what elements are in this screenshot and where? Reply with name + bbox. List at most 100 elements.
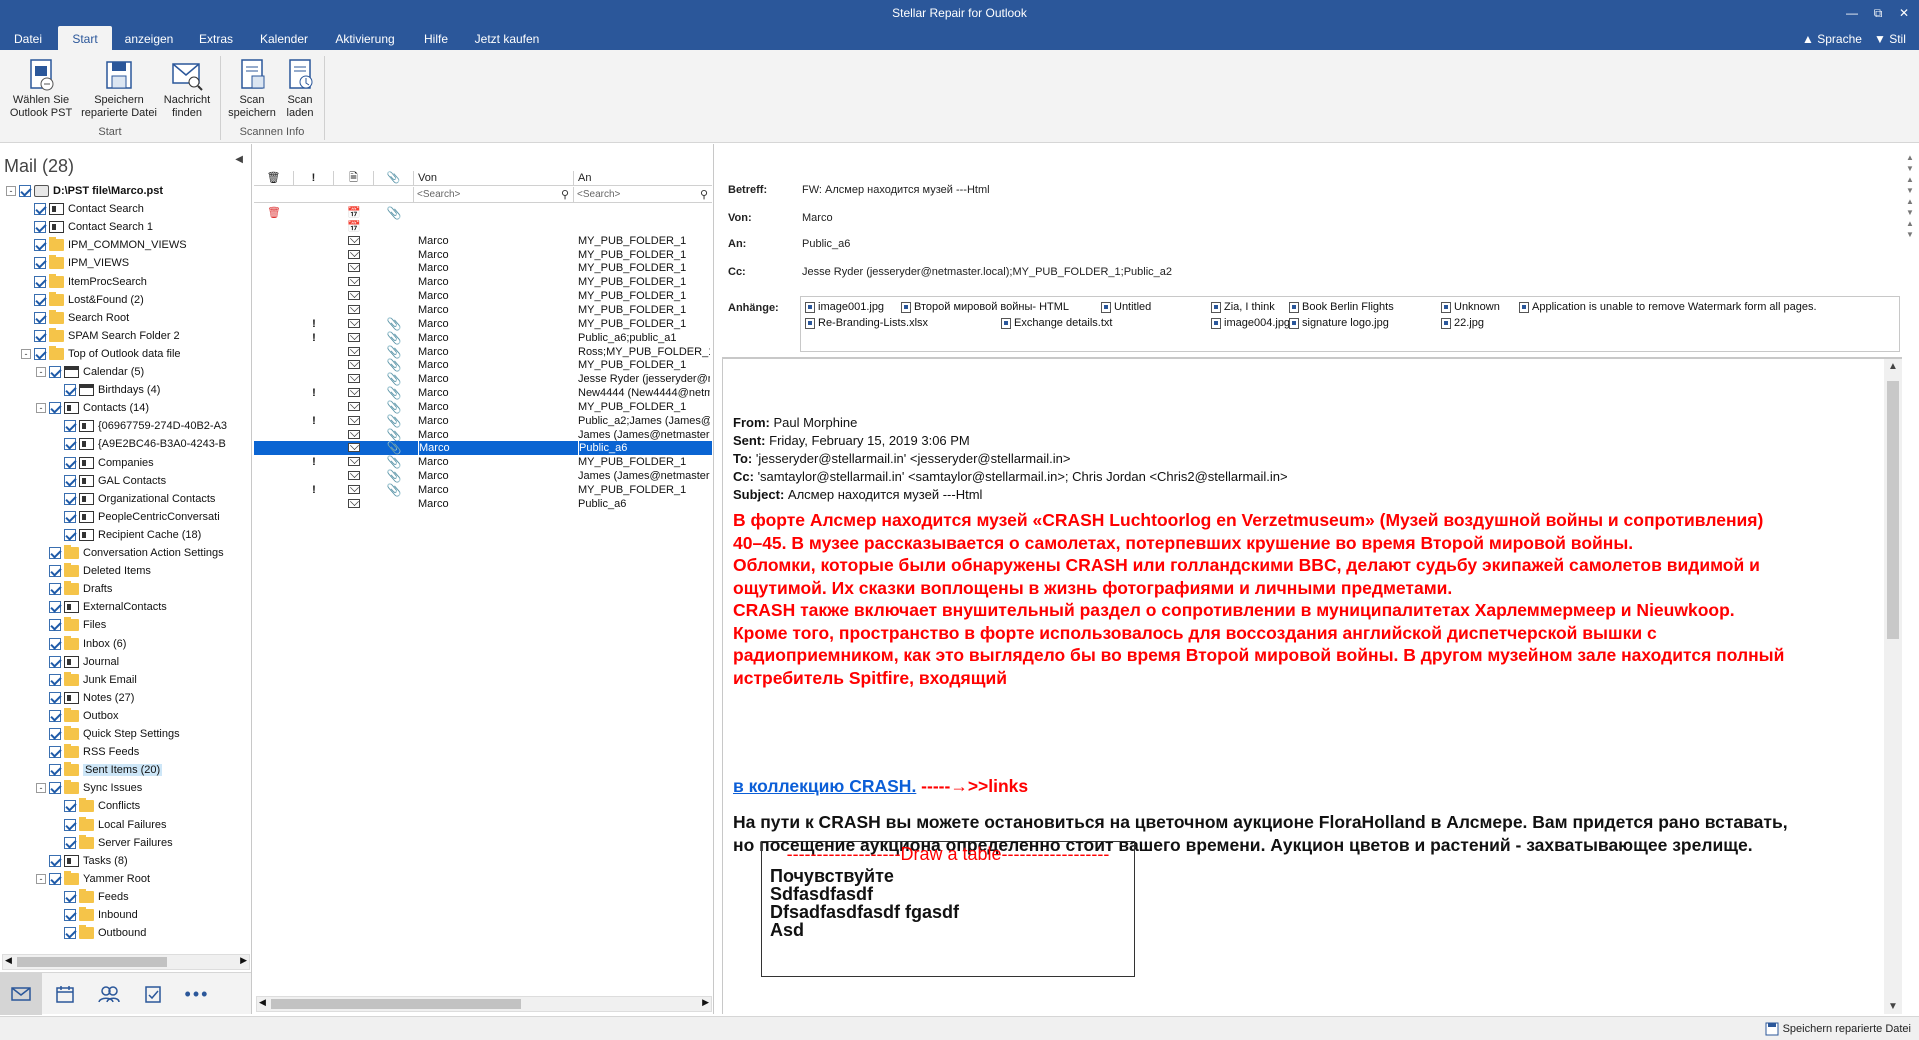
tree-item[interactable]: Drafts <box>36 580 112 598</box>
search-icon[interactable]: ⚲ <box>561 187 569 203</box>
checkbox-icon[interactable] <box>34 221 46 234</box>
expand-collapse-icon[interactable]: - <box>36 873 46 884</box>
checkbox-icon[interactable] <box>34 311 46 324</box>
checkbox-icon[interactable] <box>49 565 61 578</box>
checkbox-icon[interactable] <box>64 890 76 903</box>
tab-extras[interactable]: Extras <box>190 26 242 50</box>
checkbox-icon[interactable] <box>49 655 61 668</box>
checkbox-icon[interactable] <box>49 402 61 415</box>
checkbox-icon[interactable] <box>34 293 46 306</box>
tree-item[interactable]: - D:\PST file\Marco.pst <box>6 182 163 200</box>
expand-collapse-icon[interactable]: - <box>36 783 46 794</box>
find-message-button[interactable]: Nachricht finden <box>160 58 214 120</box>
message-row[interactable]: ! 📎 Marco Public_a2;James (James@n <box>254 414 712 428</box>
checkbox-icon[interactable] <box>34 329 46 342</box>
minimize-icon[interactable]: — <box>1838 3 1866 23</box>
scroll-thumb[interactable] <box>1887 381 1899 639</box>
message-row[interactable]: ! 📎 Marco MY_PUB_FOLDER_1 <box>254 317 712 331</box>
attachment-item[interactable]: Второй мировой войны- HTML <box>901 301 1069 313</box>
language-dropdown[interactable]: ▲ Sprache <box>1802 26 1862 50</box>
checkbox-icon[interactable] <box>49 673 61 686</box>
checkbox-icon[interactable] <box>64 456 76 469</box>
checkbox-icon[interactable] <box>64 474 76 487</box>
tab-aktivierung[interactable]: Aktivierung <box>328 26 402 50</box>
message-row[interactable]: Marco MY_PUB_FOLDER_1 <box>254 261 712 275</box>
scroll-right-icon[interactable]: ▶ <box>240 955 247 966</box>
checkbox-icon[interactable] <box>49 601 61 614</box>
search-to-field[interactable]: <Search> ⚲ <box>574 187 712 203</box>
tree-item[interactable]: Deleted Items <box>36 562 151 580</box>
tree-item[interactable]: Contact Search 1 <box>21 218 153 236</box>
message-row[interactable]: 🗑 📅 📎 <box>254 206 712 220</box>
tree-item[interactable]: Outbound <box>51 924 146 942</box>
tab-jetzt-kaufen[interactable]: Jetzt kaufen <box>468 26 546 50</box>
message-row[interactable]: Marco MY_PUB_FOLDER_1 <box>254 289 712 303</box>
checkbox-icon[interactable] <box>64 800 76 813</box>
style-dropdown[interactable]: ▼ Stil <box>1874 26 1906 50</box>
select-outlook-pst-button[interactable]: Wählen Sie Outlook PST <box>6 58 76 120</box>
tree-item[interactable]: {A9E2BC46-B3A0-4243-B <box>51 435 226 453</box>
checkbox-icon[interactable] <box>49 583 61 596</box>
checkbox-icon[interactable] <box>64 384 76 397</box>
tree-item[interactable]: Recipient Cache (18) <box>51 526 201 544</box>
calendar-nav-icon[interactable] <box>44 973 86 1015</box>
message-row[interactable]: 📎 Marco MY_PUB_FOLDER_1 <box>254 400 712 414</box>
load-scan-button[interactable]: Scan laden <box>280 58 320 120</box>
tab-start[interactable]: Start <box>58 26 112 50</box>
tree-item[interactable]: - Top of Outlook data file <box>21 345 181 363</box>
message-row[interactable]: Marco MY_PUB_FOLDER_1 <box>254 303 712 317</box>
checkbox-icon[interactable] <box>64 510 76 523</box>
expand-collapse-icon[interactable]: - <box>6 186 16 196</box>
checkbox-icon[interactable] <box>64 818 76 831</box>
tree-item[interactable]: Sent Items (20) <box>36 761 163 779</box>
message-row[interactable]: Marco MY_PUB_FOLDER_1 <box>254 275 712 289</box>
checkbox-icon[interactable] <box>34 257 46 270</box>
tree-item[interactable]: Conflicts <box>51 797 140 815</box>
close-icon[interactable]: ✕ <box>1890 3 1918 23</box>
checkbox-icon[interactable] <box>49 728 61 740</box>
expand-collapse-icon[interactable]: - <box>36 367 46 377</box>
tree-item[interactable]: ExternalContacts <box>36 598 167 616</box>
checkbox-icon[interactable] <box>64 438 76 451</box>
scroll-thumb[interactable] <box>271 999 521 1009</box>
message-row[interactable]: 📎 Marco Jesse Ryder (jesseryder@ne <box>254 372 712 386</box>
checkbox-icon[interactable] <box>64 927 76 940</box>
search-from-field[interactable]: <Search> ⚲ <box>414 187 574 203</box>
save-scan-button[interactable]: Scan speichern <box>224 58 280 120</box>
attachment-item[interactable]: Re-Branding-Lists.xlsx <box>805 317 928 329</box>
attachment-item[interactable]: Untitled <box>1101 301 1151 313</box>
tree-item[interactable]: - Sync Issues <box>36 779 142 797</box>
status-save-repaired-file[interactable]: Speichern reparierte Datei <box>1765 1022 1911 1036</box>
tree-item[interactable]: Outbox <box>36 707 118 725</box>
col-type-icon[interactable]: 🗎 <box>334 171 374 186</box>
checkbox-icon[interactable] <box>19 185 31 197</box>
tree-item[interactable]: Companies <box>51 454 154 472</box>
tree-item[interactable]: SPAM Search Folder 2 <box>21 327 180 345</box>
message-row[interactable]: Marco MY_PUB_FOLDER_1 <box>254 248 712 262</box>
body-scrollbar[interactable]: ▲ ▼ <box>1884 359 1902 1014</box>
tree-item[interactable]: Contact Search <box>21 200 144 218</box>
tree-item[interactable]: - Calendar (5) <box>36 363 144 381</box>
message-row[interactable]: 📎 Marco Ross;MY_PUB_FOLDER_1 <box>254 345 712 359</box>
tree-item[interactable]: Tasks (8) <box>36 852 128 870</box>
crash-collection-link[interactable]: в коллекцию CRASH. <box>733 776 916 796</box>
expand-collapse-icon[interactable]: - <box>21 348 31 359</box>
checkbox-icon[interactable] <box>49 619 61 632</box>
tab-kalender[interactable]: Kalender <box>254 26 314 50</box>
message-row[interactable]: 📎 Marco MY_PUB_FOLDER_1 <box>254 358 712 372</box>
message-row[interactable]: ! 📎 Marco New4444 (New4444@netm <box>254 386 712 400</box>
checkbox-icon[interactable] <box>49 547 61 559</box>
checkbox-icon[interactable] <box>49 782 61 795</box>
checkbox-icon[interactable] <box>49 872 61 885</box>
checkbox-icon[interactable] <box>64 420 76 433</box>
tree-item[interactable]: Journal <box>36 653 119 671</box>
mail-nav-icon[interactable] <box>0 973 42 1015</box>
col-importance-icon[interactable]: ! <box>294 171 334 186</box>
search-icon[interactable]: ⚲ <box>700 187 708 203</box>
tree-item[interactable]: Local Failures <box>51 816 166 834</box>
header-scrollbar[interactable]: ▲ ▼ ▲ ▼ ▲ ▼ ▲ ▼ <box>1905 152 1915 242</box>
tree-item[interactable]: Birthdays (4) <box>51 381 160 399</box>
tree-item[interactable]: IPM_COMMON_VIEWS <box>21 236 187 254</box>
more-nav-icon[interactable]: ••• <box>176 973 218 1015</box>
tree-item[interactable]: Junk Email <box>36 671 137 689</box>
